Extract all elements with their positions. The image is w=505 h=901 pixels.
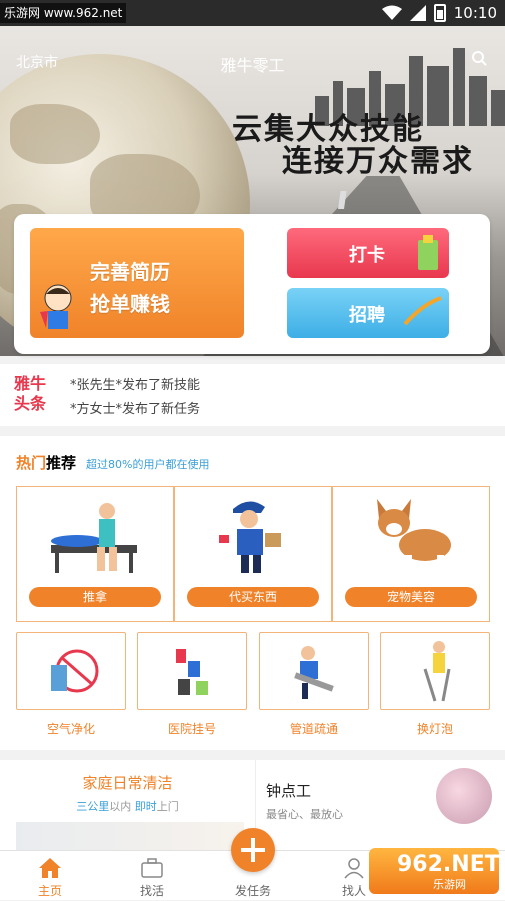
cleaning-title: 家庭日常清洁	[82, 774, 173, 792]
headline-item[interactable]: *方女士*发布了新任务	[70, 398, 200, 417]
news-ticker[interactable]: 雅牛 头条 *张先生*发布了新技能 *方女士*发布了新任务	[0, 364, 505, 426]
hourly-image	[436, 768, 492, 824]
banner-slogan-line2: 连接万众需求	[282, 144, 474, 179]
person-icon	[344, 858, 364, 879]
hot-recommendations: 热门推荐 超过80%的用户都在使用 推拿 代买东西 宠物美容 空气净化 医院挂号…	[0, 436, 505, 750]
headline-item[interactable]: *张先生*发布了新技能	[70, 374, 200, 393]
superhero-kid-icon	[40, 284, 72, 329]
search-icon[interactable]	[471, 50, 487, 66]
cleaning-subtitle: 三公里以内 即时上门	[76, 800, 179, 813]
section-title: 热门推荐	[16, 454, 77, 472]
air-purifier-icon	[51, 649, 99, 693]
tile-caption: 医院挂号	[167, 722, 216, 736]
tile-label: 宠物美容	[345, 587, 477, 607]
tab-find-job[interactable]: 找活	[102, 851, 202, 901]
complete-resume-button[interactable]: 完善简历 抢单赚钱	[30, 228, 244, 338]
cleaning-card[interactable]: 家庭日常清洁 三公里以内 即时上门	[0, 760, 255, 850]
hospital-queue-icon	[176, 649, 208, 695]
tile-caption: 空气净化	[46, 722, 95, 736]
ladder-icon	[423, 641, 451, 702]
wifi-icon	[381, 5, 402, 20]
clipboard-icon	[418, 235, 438, 270]
ribbon-icon	[403, 296, 442, 326]
corgi-icon	[377, 499, 451, 571]
hourly-worker-card[interactable]: 钟点工 最省心、最放心	[256, 760, 505, 850]
checkin-button[interactable]: 打卡	[287, 228, 449, 278]
tile-caption: 管道疏通	[289, 722, 338, 736]
status-time: 10:10	[453, 4, 497, 22]
tab-home[interactable]: 主页	[0, 851, 100, 901]
tile-caption: 换灯泡	[416, 722, 453, 736]
signal-icon	[409, 5, 426, 21]
briefcase-icon	[141, 858, 163, 878]
status-site-label: 乐游网 www.962.net	[0, 3, 127, 23]
massage-icon	[51, 503, 137, 573]
post-task-plus-button[interactable]	[231, 828, 275, 872]
tile-label: 推拿	[29, 587, 161, 607]
service-tile-pet-grooming[interactable]: 宠物美容	[332, 486, 490, 622]
hourly-title: 钟点工	[266, 782, 312, 800]
service-tile-lightbulb[interactable]	[380, 632, 490, 710]
resume-line1: 完善简历	[90, 260, 170, 284]
headline-logo: 雅牛 头条	[14, 374, 47, 413]
delivery-man-icon	[219, 501, 281, 573]
hourly-subtitle: 最省心、最放心	[266, 808, 343, 821]
section-subtitle: 超过80%的用户都在使用	[86, 458, 210, 471]
cleaning-image	[16, 822, 244, 850]
resume-line2: 抢单赚钱	[90, 292, 170, 316]
quick-actions-card: 完善简历 抢单赚钱 打卡 招聘	[14, 214, 490, 354]
plumber-icon	[294, 646, 334, 699]
service-tile-plumbing[interactable]	[259, 632, 369, 710]
recruit-button[interactable]: 招聘	[287, 288, 449, 338]
service-tile-massage[interactable]: 推拿	[16, 486, 174, 622]
service-tile-hospital[interactable]	[137, 632, 247, 710]
service-tile-errand[interactable]: 代买东西	[174, 486, 332, 622]
status-icons: 10:10	[381, 0, 497, 26]
recruit-label: 招聘	[349, 305, 385, 326]
home-icon	[39, 858, 61, 878]
watermark-logo: 962.NET 乐游网	[369, 848, 500, 894]
status-bar: 乐游网 www.962.net 10:10	[0, 0, 505, 26]
app-title: 雅牛零工	[220, 56, 285, 75]
checkin-label: 打卡	[349, 245, 385, 266]
service-tile-air-purify[interactable]	[16, 632, 126, 710]
tile-label: 代买东西	[187, 587, 319, 607]
battery-icon	[433, 4, 446, 22]
